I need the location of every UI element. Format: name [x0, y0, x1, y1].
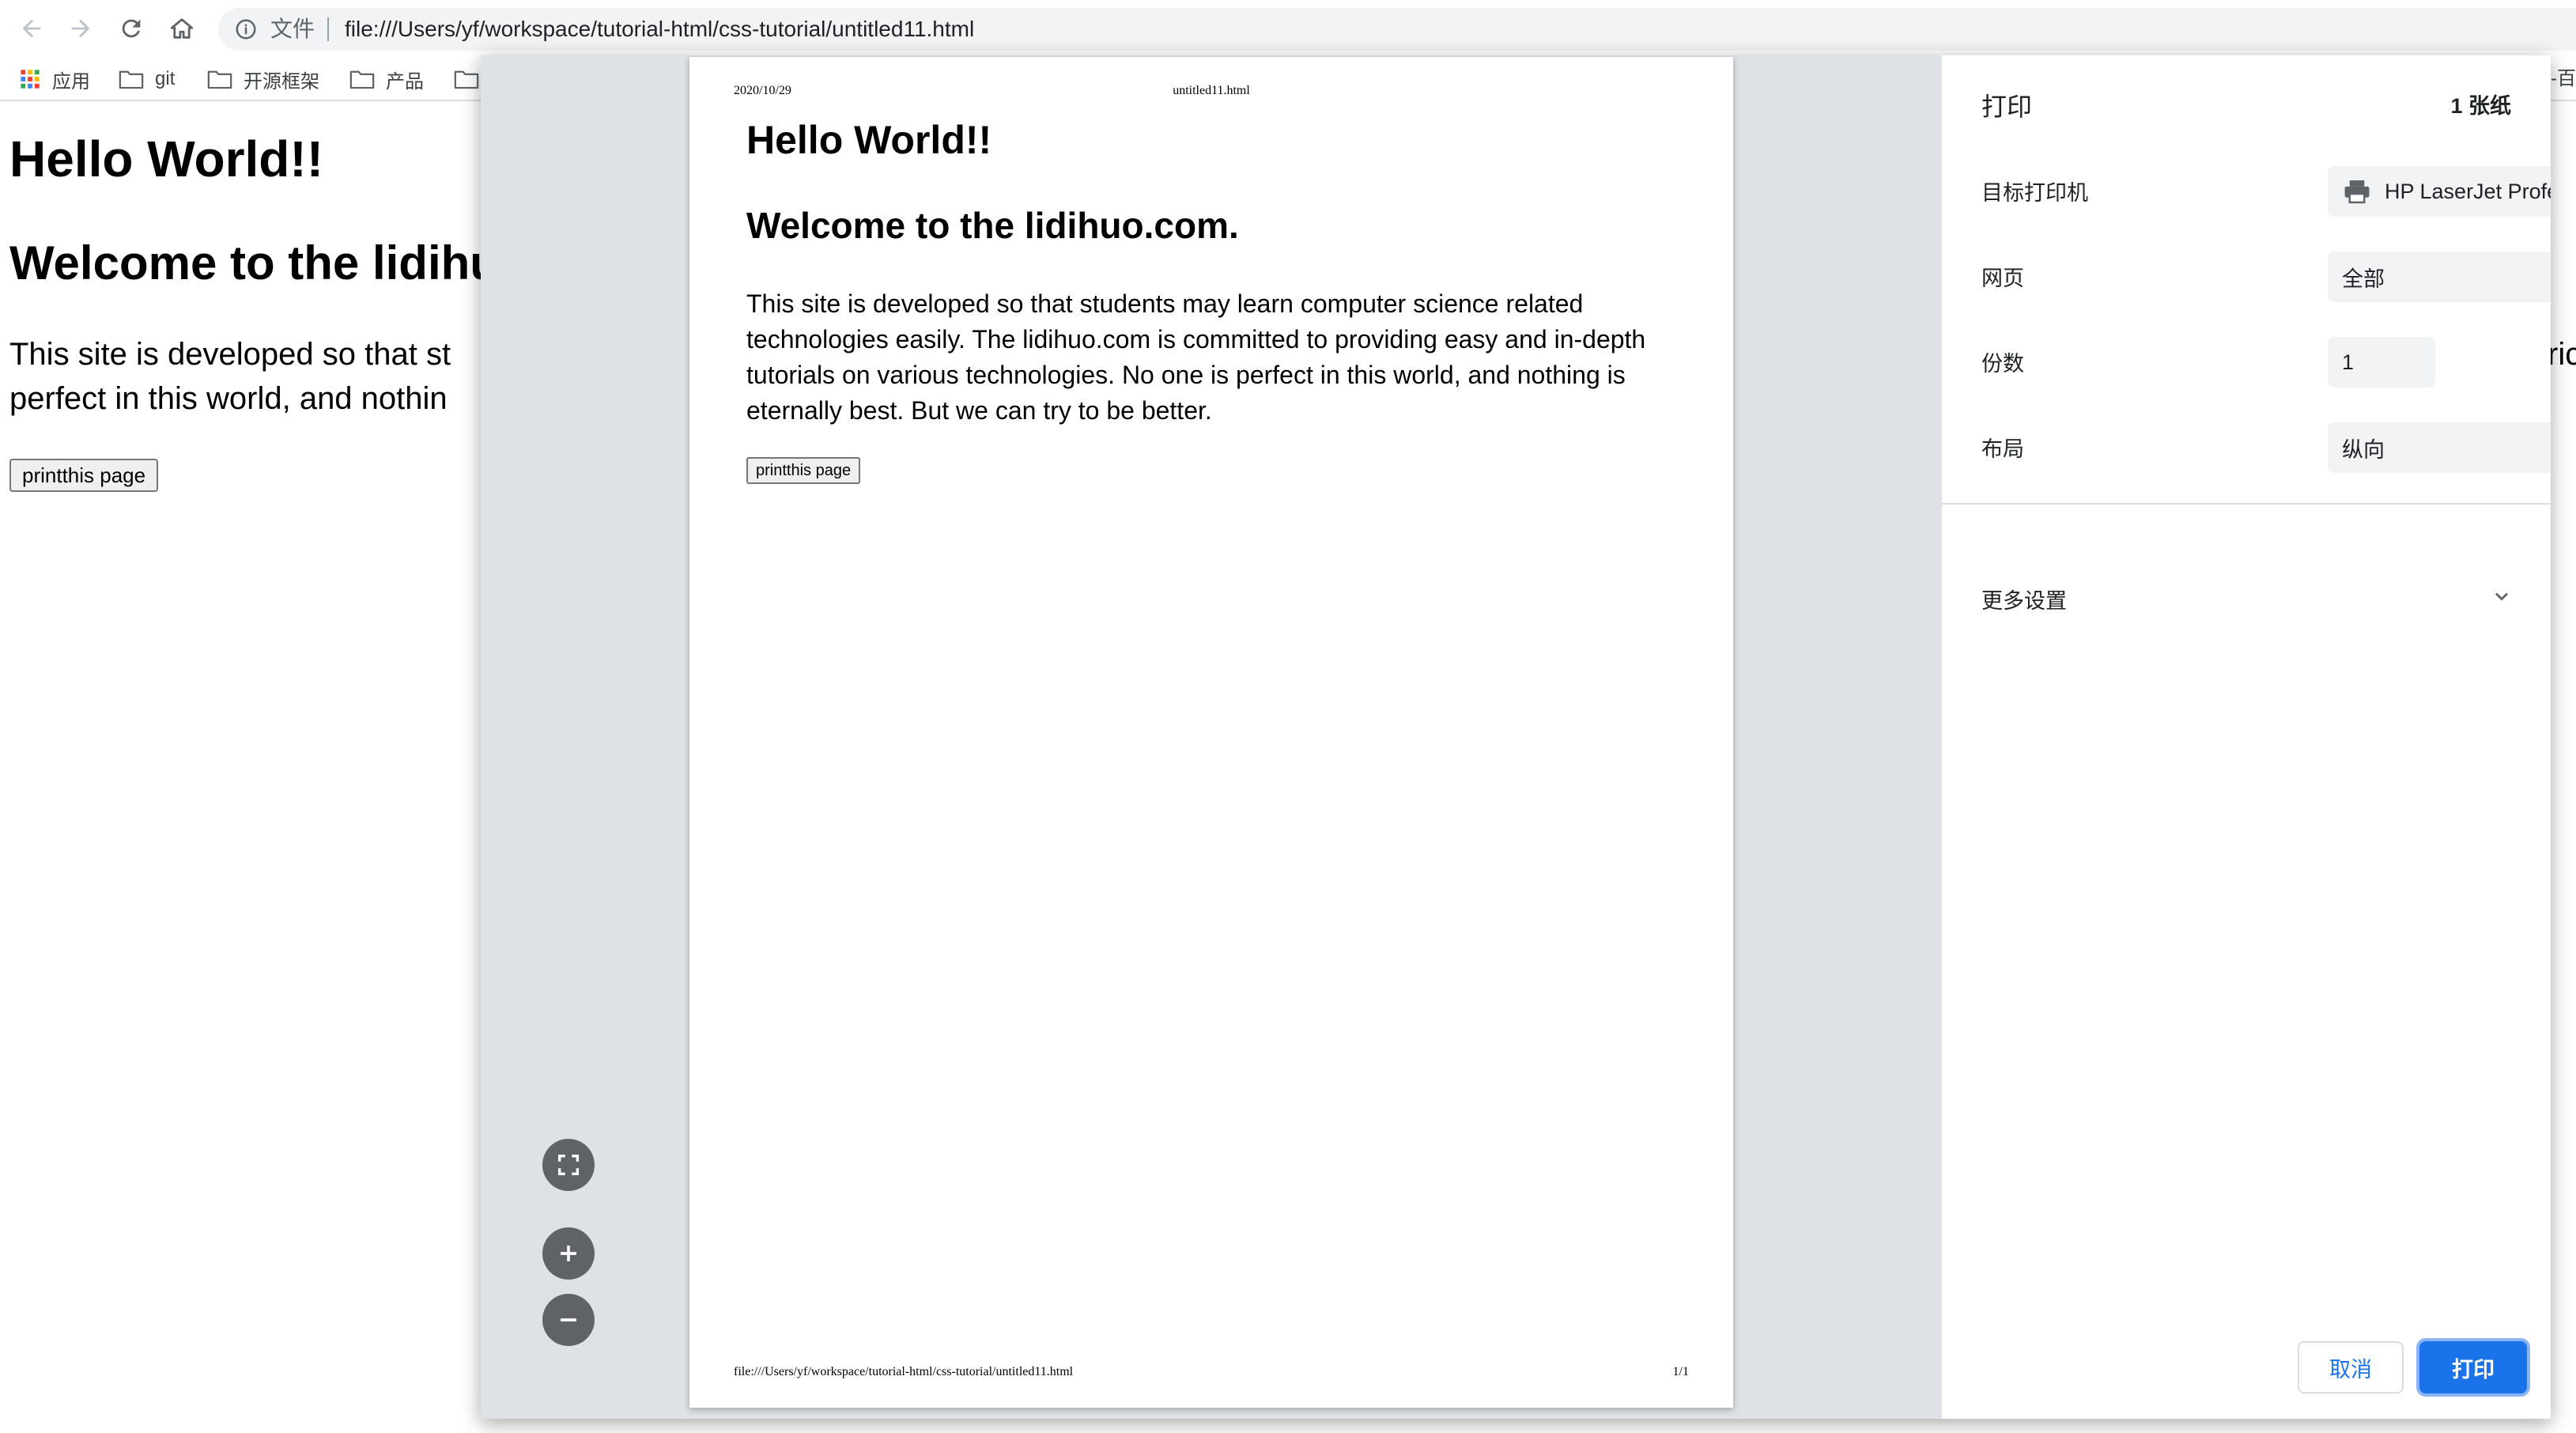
- bookmark-label: 产品: [386, 70, 424, 93]
- address-bar[interactable]: 文件 file:///Users/yf/workspace/tutorial-h…: [218, 8, 2576, 51]
- printer-icon: [2344, 180, 2370, 204]
- arrow-right-icon: [71, 19, 90, 38]
- arrow-left-icon: [22, 19, 41, 38]
- preview-footer-url: file:///Users/yf/workspace/tutorial-html…: [734, 1365, 1074, 1378]
- copies-label: 份数: [1981, 352, 2024, 376]
- page-print-button[interactable]: printthis page: [9, 459, 159, 492]
- destination-select[interactable]: HP LaserJet Professional: [2328, 166, 2551, 217]
- url-text[interactable]: file:///Users/yf/workspace/tutorial-html…: [345, 14, 974, 44]
- pages-label: 网页: [1981, 267, 2024, 290]
- bookmark-product[interactable]: 产品: [349, 65, 424, 93]
- zoom-out-button[interactable]: [542, 1294, 595, 1346]
- preview-paragraph: This site is developed so that students …: [746, 289, 1646, 425]
- fullscreen-icon: [557, 1154, 580, 1176]
- forward-button[interactable]: [66, 14, 95, 43]
- bookmark-label: 开源框架: [244, 70, 319, 93]
- more-settings-toggle[interactable]: 更多设置: [1981, 584, 2067, 614]
- bookmark-label: 应用: [52, 70, 90, 93]
- folder-icon: [349, 70, 375, 89]
- preview-footer-page: 1/1: [1672, 1365, 1689, 1378]
- folder-icon: [119, 70, 144, 89]
- browser-toolbar: 文件 file:///Users/yf/workspace/tutorial-h…: [0, 0, 2576, 57]
- folder-icon: [454, 70, 479, 89]
- plus-icon: [561, 1246, 576, 1261]
- url-scheme-label: 文件: [270, 17, 315, 41]
- destination-label: 目标打印机: [1981, 181, 2088, 205]
- print-button[interactable]: 打印: [2419, 1341, 2527, 1393]
- sheet-count: 1 张纸: [2450, 94, 2511, 118]
- page-heading-2: Welcome to the lidihu: [9, 236, 499, 289]
- reload-button[interactable]: [117, 14, 145, 43]
- page-paragraph-fragment: ric: [2548, 337, 2576, 372]
- preview-heading-2: Welcome to the lidihuo.com.: [746, 205, 1239, 246]
- info-icon[interactable]: [234, 17, 258, 41]
- pages-value: 全部: [2342, 267, 2385, 291]
- pages-select[interactable]: 全部: [2328, 251, 2551, 302]
- layout-value: 纵向: [2342, 437, 2385, 462]
- layout-select[interactable]: 纵向: [2328, 422, 2551, 473]
- bookmark-git[interactable]: git: [119, 65, 175, 93]
- destination-value: HP LaserJet Professional: [2385, 179, 2551, 203]
- zoom-in-button[interactable]: [542, 1227, 595, 1280]
- settings-divider: [1942, 503, 2551, 505]
- copies-input[interactable]: [2328, 337, 2435, 388]
- chevron-down-icon[interactable]: [2491, 585, 2513, 607]
- page-paragraph-line-2: perfect in this world, and nothin: [9, 381, 448, 416]
- apps-grid-icon: [21, 70, 40, 89]
- preview-page: 2020/10/29 untitled11.html Hello World!!…: [689, 57, 1733, 1408]
- print-preview-area: 2020/10/29 untitled11.html Hello World!!…: [481, 55, 1942, 1419]
- bookmark-apps[interactable]: 应用: [19, 65, 90, 93]
- back-button[interactable]: [17, 14, 46, 43]
- preview-heading-1: Hello World!!: [746, 118, 992, 162]
- cancel-button[interactable]: 取消: [2298, 1341, 2404, 1393]
- preview-button: printthis page: [746, 457, 861, 484]
- print-dialog: 2020/10/29 untitled11.html Hello World!!…: [481, 55, 2551, 1419]
- reload-icon: [122, 19, 141, 38]
- bookmark-label: git: [155, 68, 176, 89]
- print-settings-panel: 打印 1 张纸 目标打印机 HP LaserJet Professional 网…: [1942, 55, 2551, 1419]
- home-button[interactable]: [168, 14, 196, 43]
- home-icon: [170, 18, 194, 39]
- bookmark-open-source[interactable]: 开源框架: [207, 65, 319, 93]
- print-title: 打印: [1981, 93, 2033, 121]
- folder-icon: [207, 70, 232, 89]
- layout-label: 布局: [1981, 437, 2024, 461]
- address-separator: [327, 17, 329, 41]
- fit-to-page-button[interactable]: [542, 1139, 595, 1191]
- page-paragraph-line-1: This site is developed so that st: [9, 337, 451, 372]
- bookmark-overflow-text[interactable]: -百: [2551, 65, 2576, 93]
- minus-icon: [561, 1318, 576, 1321]
- preview-header-title: untitled11.html: [1173, 84, 1250, 97]
- page-heading-1: Hello World!!: [9, 130, 323, 187]
- preview-button-label: printthis page: [756, 461, 852, 479]
